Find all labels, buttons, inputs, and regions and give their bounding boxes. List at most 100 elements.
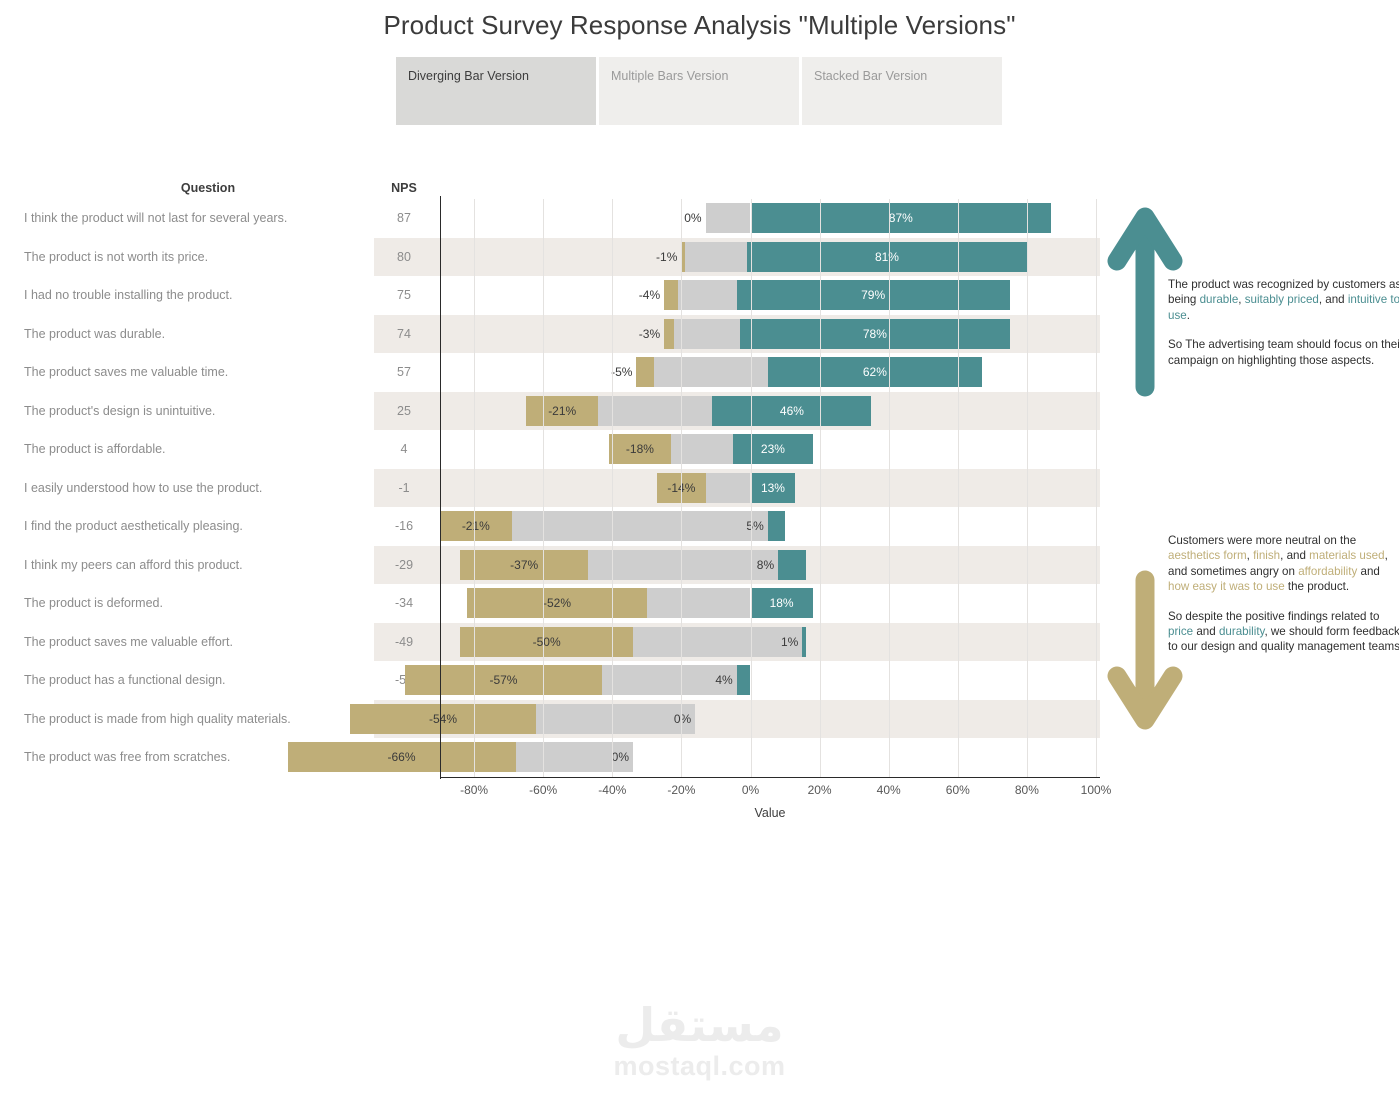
bar-segment-neutral[interactable]	[633, 626, 803, 657]
chart-row: The product saves me valuable effort. -49…	[0, 622, 1120, 661]
bar-label-negative: -54%	[428, 711, 457, 726]
bar-label-negative: -1%	[656, 249, 678, 264]
annotation-highlight: materials used	[1309, 549, 1385, 563]
bar-segment-negative[interactable]: -4%	[639, 280, 678, 311]
bar-segment-negative[interactable]: -1%	[656, 241, 685, 272]
bar-group: -57% 4%	[0, 665, 1120, 696]
annotation-highlight: price	[1168, 625, 1194, 639]
chart-row: The product saves me valuable time. 57 -5%…	[0, 353, 1120, 392]
bar-segment-neutral[interactable]	[705, 203, 751, 234]
annotation-text: the product.	[1284, 580, 1350, 594]
tab-stacked-bar-version[interactable]: Stacked Bar Version	[802, 57, 1002, 125]
watermark-arabic: مستقل	[615, 998, 784, 1052]
annotation-text: , and	[1280, 549, 1310, 563]
page-title: Product Survey Response Analysis "Multip…	[383, 10, 1016, 40]
bar-label-negative: -14%	[667, 480, 696, 495]
bar-segment-negative[interactable]: -66%	[287, 742, 516, 773]
bar-segment-neutral[interactable]	[588, 549, 779, 580]
x-axis-ticks: -80% -60% -40% -20% 0% 20% 40% 60% 80% 100%	[0, 783, 1120, 801]
bar-label-negative: -4%	[638, 288, 661, 303]
x-tick-label: -40%	[598, 783, 627, 797]
bar-label-positive: 81%	[874, 249, 899, 264]
bar-segment-negative[interactable]: -21%	[439, 511, 513, 542]
bar-label-negative: -21%	[461, 519, 490, 534]
bar-segment-negative[interactable]: -37%	[460, 549, 589, 580]
bar-segment-negative[interactable]: -14%	[657, 472, 706, 503]
bar-segment-neutral[interactable]	[671, 434, 734, 465]
bar-segment-negative[interactable]: -5%	[611, 357, 654, 388]
bar-group: -5% 62%	[0, 357, 1120, 388]
x-tick-label: 20%	[807, 783, 832, 797]
bar-segment-negative[interactable]: -21%	[525, 395, 599, 426]
bar-segment-positive[interactable]: 1%	[781, 626, 806, 657]
bar-segment-positive[interactable]: 18%	[750, 588, 813, 619]
annotation-positive: The product was recognized by customers …	[1168, 277, 1399, 368]
bar-segment-positive[interactable]: 5%	[746, 511, 786, 542]
bar-segment-positive[interactable]: 79%	[736, 280, 1010, 311]
chart-row: I think the product will not last for se…	[0, 199, 1120, 238]
bar-segment-negative[interactable]: -3%	[639, 318, 675, 349]
bar-label-positive: 18%	[769, 596, 794, 611]
bar-segment-neutral[interactable]	[536, 703, 696, 734]
bar-segment-neutral[interactable]	[674, 318, 741, 349]
x-tick-label: -80%	[460, 783, 489, 797]
tab-diverging-bar-version[interactable]: Diverging Bar Version	[396, 57, 596, 125]
chart-row: I think my peers can afford this product…	[0, 545, 1120, 584]
bar-segment-positive[interactable]: 78%	[740, 318, 1010, 349]
bar-segment-positive[interactable]: 87%	[750, 203, 1052, 234]
annotation-highlight: affordability	[1298, 564, 1358, 578]
bar-segment-negative[interactable]: -18%	[608, 434, 672, 465]
bar-label-positive: 79%	[861, 288, 886, 303]
bar-segment-neutral[interactable]	[705, 472, 751, 503]
bar-segment-negative[interactable]: -50%	[460, 626, 634, 657]
bar-segment-neutral[interactable]	[684, 241, 748, 272]
bar-segment-neutral[interactable]	[646, 588, 751, 619]
x-tick-label: 40%	[876, 783, 901, 797]
chart-row: I easily understood how to use the produ…	[0, 468, 1120, 507]
x-tick-label: 80%	[1014, 783, 1039, 797]
bar-segment-neutral[interactable]	[598, 395, 713, 426]
bar-label-negative: -66%	[387, 750, 416, 765]
bar-label-negative: -21%	[548, 403, 577, 418]
bar-label-negative: -5%	[611, 365, 633, 380]
bar-segment-negative[interactable]: -52%	[467, 588, 647, 619]
bar-group: -1% 81%	[0, 241, 1120, 272]
chart-row: The product was durable. 74 -3% 78%	[0, 314, 1120, 353]
bar-label-negative: -50%	[532, 634, 561, 649]
bar-segment-neutral[interactable]	[677, 280, 737, 311]
bar-segment-neutral[interactable]	[653, 357, 768, 388]
bar-segment-positive[interactable]: 13%	[750, 472, 796, 503]
bar-group: -21% 46%	[0, 395, 1120, 426]
bar-group: -50% 1%	[0, 626, 1120, 657]
annotation-highlight: aesthetics form	[1168, 549, 1247, 563]
chart-row: The product has a functional design. -53-…	[0, 661, 1120, 700]
bar-segment-negative[interactable]: -57%	[405, 665, 602, 696]
annotation-text: So despite the positive findings related…	[1168, 609, 1380, 623]
bar-segment-positive[interactable]: 4%	[715, 665, 751, 696]
bar-group: -14% 13%	[0, 472, 1120, 503]
tab-multiple-bars-version[interactable]: Multiple Bars Version	[599, 57, 799, 125]
bar-label-negative: -57%	[489, 673, 518, 688]
bar-segment-positive[interactable]: 62%	[767, 357, 982, 388]
bar-segment-positive[interactable]: 23%	[733, 434, 813, 465]
annotation-paragraph: The product was recognized by customers …	[1168, 277, 1399, 323]
bar-segment-positive[interactable]: 8%	[757, 549, 806, 580]
question-column-header: Question	[180, 181, 236, 195]
bar-label-positive: 46%	[779, 403, 804, 418]
bar-group: -52% 18%	[0, 588, 1120, 619]
bar-segment-neutral[interactable]	[512, 511, 768, 542]
annotation-text: and	[1357, 564, 1380, 578]
bar-label-positive: 13%	[760, 480, 785, 495]
bar-label-negative: -52%	[543, 596, 572, 611]
bar-segment-neutral[interactable]	[601, 665, 737, 696]
annotation-highlight: durability	[1218, 625, 1265, 639]
bar-segment-negative[interactable]: -54%	[349, 703, 537, 734]
bar-segment-neutral[interactable]	[515, 742, 634, 773]
annotation-text: and	[1193, 625, 1219, 639]
bar-label-negative: 0%	[684, 211, 702, 226]
bar-label-positive: 62%	[862, 365, 887, 380]
nps-column-header: NPS	[391, 181, 417, 195]
bar-segment-positive[interactable]: 46%	[712, 395, 872, 426]
annotation-paragraph: Customers were more neutral on the aesth…	[1168, 533, 1399, 595]
bar-segment-positive[interactable]: 81%	[747, 241, 1027, 272]
